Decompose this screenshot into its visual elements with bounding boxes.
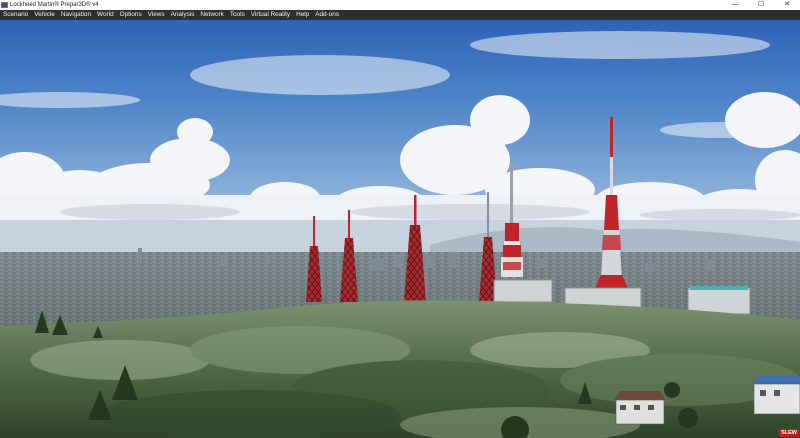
menu-views[interactable]: Views	[148, 10, 165, 20]
app-icon	[1, 2, 8, 8]
menu-virtual-reality[interactable]: Virtual Reality	[251, 10, 290, 20]
house-1	[614, 391, 666, 425]
menu-navigation[interactable]: Navigation	[61, 10, 91, 20]
simulator-viewport[interactable]	[0, 20, 800, 438]
title-bar: Lockheed Martin® Prepar3D® v4 — ☐ ✕	[0, 0, 800, 10]
menu-bar: Scenario Vehicle Navigation World Option…	[0, 10, 800, 20]
window-title: Lockheed Martin® Prepar3D® v4	[10, 2, 99, 8]
menu-tools[interactable]: Tools	[230, 10, 245, 20]
window-controls: — ☐ ✕	[722, 0, 800, 10]
menu-help[interactable]: Help	[296, 10, 309, 20]
building-flat	[687, 287, 751, 315]
menu-scenario[interactable]: Scenario	[3, 10, 28, 20]
menu-add-ons[interactable]: Add-ons	[315, 10, 339, 20]
close-button[interactable]: ✕	[774, 0, 800, 10]
house-2	[752, 376, 800, 415]
menu-analysis[interactable]: Analysis	[171, 10, 195, 20]
menu-options[interactable]: Options	[120, 10, 142, 20]
menu-world[interactable]: World	[97, 10, 114, 20]
menu-vehicle[interactable]: Vehicle	[34, 10, 55, 20]
menu-network[interactable]: Network	[200, 10, 223, 20]
slew-indicator: SLEW	[779, 429, 799, 437]
simulator-window: Lockheed Martin® Prepar3D® v4 — ☐ ✕ Scen…	[0, 0, 800, 438]
maximize-button[interactable]: ☐	[748, 0, 774, 10]
minimize-button[interactable]: —	[722, 0, 748, 10]
